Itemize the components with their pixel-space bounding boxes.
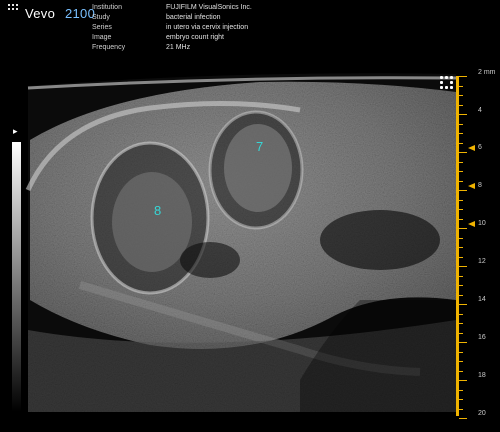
- depth-axis: [456, 76, 459, 416]
- dark-fluid-region: [180, 242, 240, 278]
- depth-major-tick: [459, 76, 467, 77]
- depth-minor-tick: [459, 256, 463, 258]
- depth-minor-tick: [459, 285, 463, 286]
- depth-minor-tick: [459, 408, 463, 410]
- embryo-body-left: [112, 172, 192, 272]
- depth-minor-tick: [459, 171, 463, 172]
- depth-major-tick: [459, 380, 467, 381]
- depth-major-tick: [459, 266, 467, 267]
- depth-label: 6: [478, 144, 482, 151]
- depth-minor-tick: [459, 313, 463, 315]
- depth-label: 12: [478, 258, 486, 265]
- depth-unit-label: 2 mm: [478, 69, 496, 76]
- depth-major-tick: [459, 418, 467, 419]
- grid-dots-icon[interactable]: [440, 76, 454, 90]
- depth-label: 10: [478, 220, 486, 227]
- focus-marker-icon[interactable]: [468, 145, 475, 151]
- depth-minor-tick: [459, 218, 463, 220]
- depth-minor-tick: [459, 389, 463, 391]
- depth-minor-tick: [459, 199, 463, 201]
- depth-ruler: 2 mm 4 6 8 10 12 14 16 18 20: [456, 68, 500, 432]
- depth-major-tick: [459, 228, 467, 229]
- embryo-label-7: 7: [256, 139, 264, 154]
- depth-minor-tick: [459, 161, 463, 163]
- depth-minor-tick: [459, 133, 463, 134]
- depth-label: 20: [478, 410, 486, 417]
- depth-major-tick: [459, 114, 467, 115]
- focus-marker-icon[interactable]: [468, 183, 475, 189]
- grayscale-bar: [12, 142, 21, 412]
- depth-major-tick: [459, 304, 467, 305]
- embryo-label-8: 8: [154, 203, 162, 218]
- depth-minor-tick: [459, 85, 463, 87]
- depth-minor-tick: [459, 332, 463, 334]
- ultrasound-image[interactable]: [0, 0, 500, 432]
- depth-minor-tick: [459, 361, 463, 362]
- depth-minor-tick: [459, 237, 463, 239]
- depth-minor-tick: [459, 123, 463, 125]
- depth-major-tick: [459, 152, 467, 153]
- depth-minor-tick: [459, 275, 463, 277]
- depth-label: 16: [478, 334, 486, 341]
- depth-label: 4: [478, 107, 482, 114]
- depth-minor-tick: [459, 247, 463, 248]
- dark-fluid-region: [320, 210, 440, 270]
- depth-minor-tick: [459, 323, 463, 324]
- depth-minor-tick: [459, 294, 463, 296]
- depth-minor-tick: [459, 370, 463, 372]
- depth-major-tick: [459, 190, 467, 191]
- focus-marker-icon[interactable]: [468, 221, 475, 227]
- embryo-body-right: [224, 124, 292, 212]
- depth-label: 18: [478, 372, 486, 379]
- depth-minor-tick: [459, 104, 463, 106]
- depth-label: 8: [478, 182, 482, 189]
- depth-minor-tick: [459, 351, 463, 353]
- depth-label: 14: [478, 296, 486, 303]
- small-arrow-icon: ▸: [13, 126, 18, 136]
- depth-major-tick: [459, 342, 467, 343]
- depth-minor-tick: [459, 399, 463, 400]
- depth-minor-tick: [459, 209, 463, 210]
- depth-minor-tick: [459, 142, 463, 144]
- depth-minor-tick: [459, 180, 463, 182]
- depth-minor-tick: [459, 95, 463, 96]
